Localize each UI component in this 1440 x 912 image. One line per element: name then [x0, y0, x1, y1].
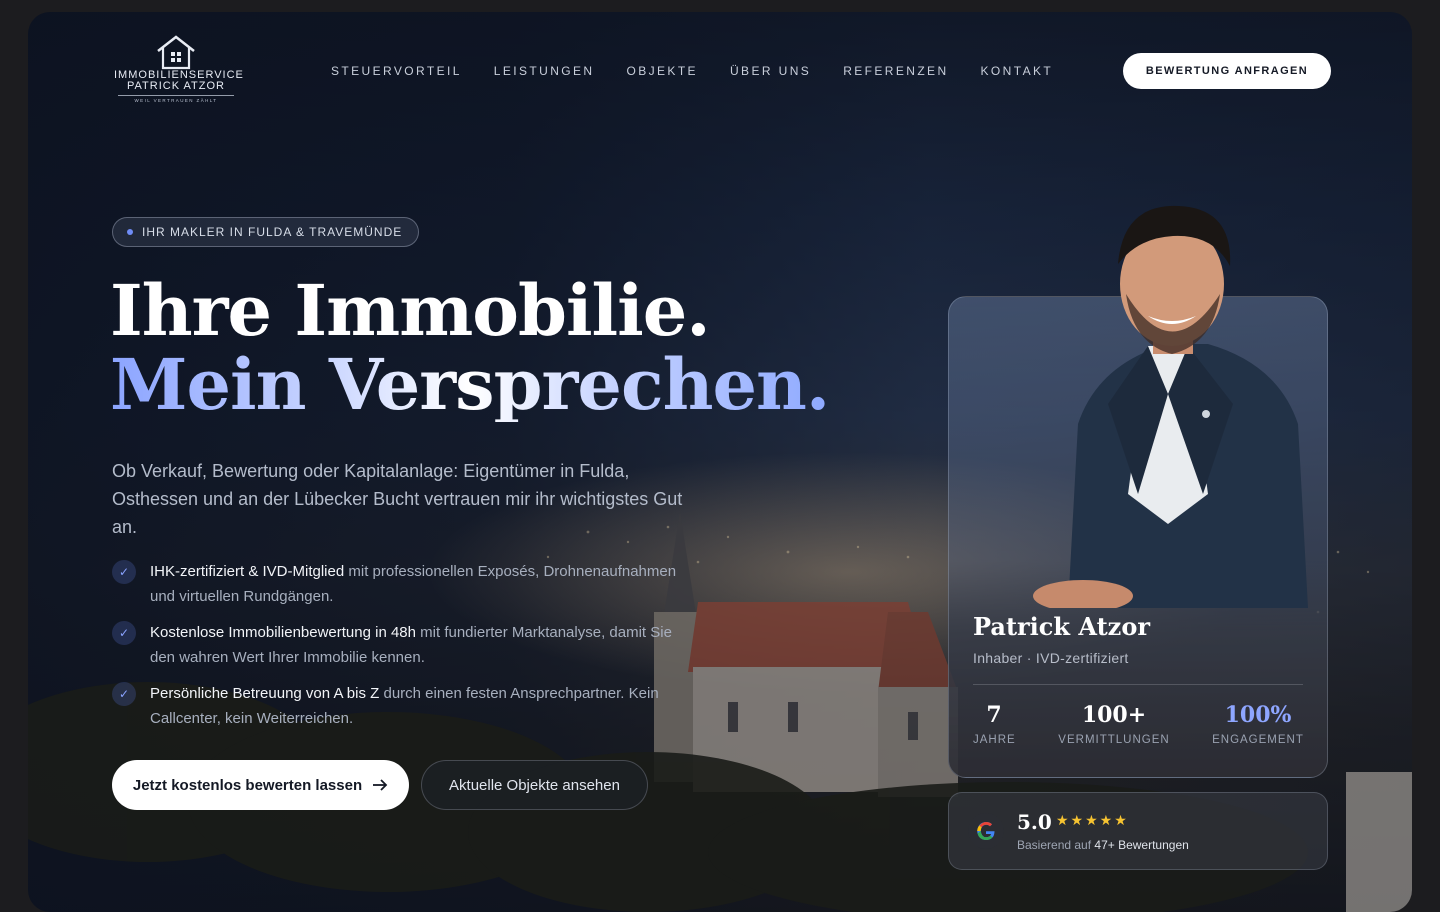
review-summary: Basierend auf 47+ Bewertungen	[1017, 838, 1189, 852]
brand-logo[interactable]: IMMOBILIENSERVICE PATRICK ATZOR WEIL VER…	[114, 34, 243, 103]
headline-line1: Ihre Immobilie.	[110, 269, 711, 352]
logo-divider	[118, 95, 234, 96]
nav-item-leistungen[interactable]: LEISTUNGEN	[494, 64, 595, 78]
free-valuation-label: Jetzt kostenlos bewerten lassen	[132, 776, 363, 794]
stat-years: 7 JAHRE	[973, 702, 1015, 746]
main-navigation: STEUERVORTEIL LEISTUNGEN OBJEKTE ÜBER UN…	[331, 64, 1053, 78]
stat-label: JAHRE	[973, 734, 1016, 746]
star-icon: ★★★★★	[1056, 812, 1129, 828]
nav-item-steuervorteil[interactable]: STEUERVORTEIL	[331, 64, 462, 78]
badge-dot-icon	[127, 229, 133, 235]
location-badge-text: IHR MAKLER IN FULDA & TRAVEMÜNDE	[142, 225, 403, 239]
stat-label: ENGAGEMENT	[1212, 734, 1304, 746]
profile-role: Inhaber · IVD-zertifiziert	[973, 650, 1129, 666]
review-count: 47+ Bewertungen	[1094, 838, 1189, 852]
church-illustration	[654, 512, 958, 797]
hero-headline: Ihre Immobilie. Mein Versprechen.	[110, 269, 830, 426]
brand-name-line2: PATRICK ATZOR	[127, 80, 225, 92]
free-valuation-button[interactable]: Jetzt kostenlos bewerten lassen	[112, 760, 409, 810]
feature-item: ✓ IHK-zertifiziert & IVD-Mitglied mit pr…	[112, 560, 692, 609]
check-icon: ✓	[112, 682, 136, 706]
location-badge: IHR MAKLER IN FULDA & TRAVEMÜNDE	[112, 217, 420, 247]
check-icon: ✓	[112, 560, 136, 584]
stat-value: 100%	[1224, 702, 1292, 728]
view-listings-button[interactable]: Aktuelle Objekte ansehen	[421, 760, 648, 810]
nav-item-objekte[interactable]: OBJEKTE	[626, 64, 697, 78]
hero-section: IMMOBILIENSERVICE PATRICK ATZOR WEIL VER…	[28, 12, 1412, 912]
profile-divider	[973, 684, 1303, 685]
profile-name: Patrick Atzor	[973, 612, 1150, 641]
stat-engagement: 100% ENGAGEMENT	[1212, 702, 1304, 746]
stat-value: 7	[986, 702, 1002, 728]
nav-item-ueber-uns[interactable]: ÜBER UNS	[730, 64, 811, 78]
hero-lead: Ob Verkauf, Bewertung oder Kapitalanlage…	[112, 461, 683, 537]
request-valuation-button[interactable]: BEWERTUNG ANFRAGEN	[1123, 53, 1331, 89]
arrow-right-icon	[373, 779, 388, 791]
nav-item-referenzen[interactable]: REFERENZEN	[843, 64, 948, 78]
house-logo-icon	[157, 35, 195, 70]
feature-title: Kostenlose Immobilienbewertung in 48h	[150, 624, 416, 641]
check-icon: ✓	[112, 621, 136, 645]
google-review-card[interactable]	[948, 792, 1328, 870]
stat-value: 100+	[1081, 702, 1147, 728]
brand-tagline: WEIL VERTRAUEN ZÄHLT	[134, 98, 218, 103]
feature-title: IHK-zertifiziert & IVD-Mitglied	[150, 563, 345, 580]
stat-sales: 100+ VERMITTLUNGEN	[1058, 702, 1170, 746]
feature-list: ✓ IHK-zertifiziert & IVD-Mitglied mit pr…	[112, 560, 692, 743]
feature-item: ✓ Kostenlose Immobilienbewertung in 48h …	[112, 621, 692, 670]
google-icon	[968, 813, 1004, 849]
feature-item: ✓ Persönliche Betreuung von A bis Z durc…	[112, 682, 692, 731]
nav-item-kontakt[interactable]: KONTAKT	[981, 64, 1054, 78]
feature-title: Persönliche Betreuung von A bis Z	[150, 685, 380, 702]
portrait-photo	[1033, 205, 1308, 608]
review-prefix: Basierend auf	[1017, 838, 1095, 852]
stat-label: VERMITTLUNGEN	[1058, 734, 1170, 746]
headline-line2: Mein Versprechen.	[110, 343, 830, 426]
rating-value: 5.0	[1017, 810, 1052, 834]
